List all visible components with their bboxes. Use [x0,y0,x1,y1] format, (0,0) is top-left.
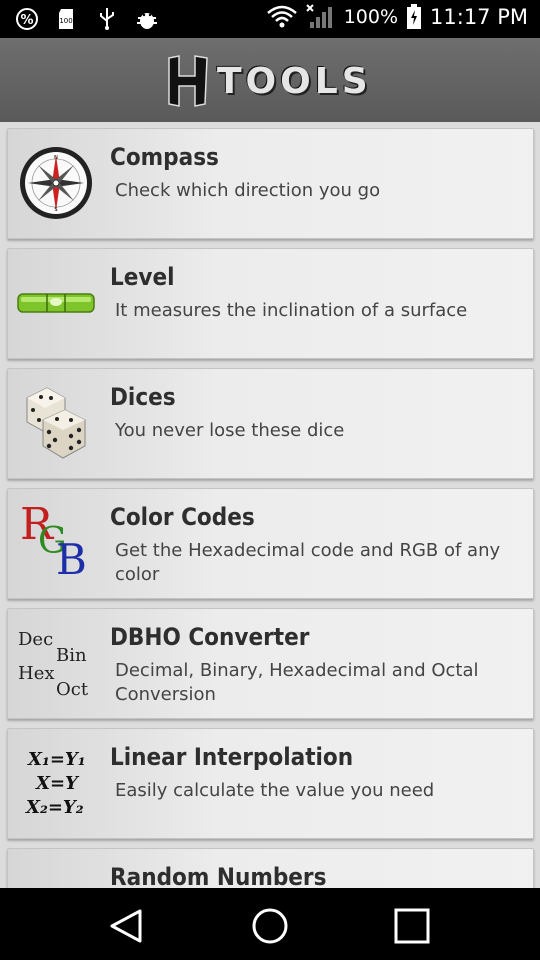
item-description: Easily calculate the value you need [115,780,435,801]
dbho-icon: Dec Bin Hex Oct [16,623,96,703]
battery-percent: 100% [343,6,399,28]
svg-text:100: 100 [59,17,72,25]
item-title: Random Numbers [110,863,327,888]
status-bar: % 100 100% 11:17 PM [0,0,540,38]
home-button[interactable] [250,906,290,946]
dbho-oct: Oct [56,679,89,700]
item-title: DBHO Converter [110,623,310,651]
usb-icon [94,6,120,32]
recents-square-icon [394,908,430,944]
dbho-bin: Bin [56,645,87,666]
item-description: You never lose these dice [115,420,345,441]
dbho-dec: Dec [18,629,54,650]
compass-icon: N S [16,143,96,223]
wifi-icon [266,4,298,30]
app-bar: TOOLS [0,38,540,122]
svg-text:%: % [20,13,33,28]
item-title: Dices [110,383,176,411]
sd-card-icon: 100 [54,6,80,32]
back-button[interactable] [106,906,146,946]
item-description: Decimal, Binary, Hexadecimal and Octal C… [115,660,479,705]
interp-line-3: X₂=Y₂ [26,797,84,818]
percent-icon: % [14,6,40,32]
status-icons-right: 100% 11:17 PM [266,4,528,30]
battery-charging-icon [406,4,422,30]
app-logo: TOOLS [165,54,372,108]
status-icons-left: % 100 [14,6,160,32]
home-circle-icon [252,908,288,944]
list-item-color-codes[interactable]: R G B Color Codes Get the Hexadecimal co… [7,488,534,599]
navigation-bar [0,888,540,960]
item-description: Get the Hexadecimal code and RGB of any … [115,540,501,585]
item-title: Linear Interpolation [110,743,354,771]
dbho-hex: Hex [18,663,55,684]
app-title: TOOLS [217,60,372,102]
list-item-compass[interactable]: N S Compass Check which direction you go [7,128,534,239]
interp-line-1: X₁=Y₁ [28,749,86,770]
rgb-icon: R G B [16,499,96,584]
svg-text:S: S [54,207,57,213]
item-title: Level [110,263,175,291]
item-title: Compass [110,143,219,171]
tool-list[interactable]: N S Compass Check which direction you go… [0,122,540,888]
item-title: Color Codes [110,503,255,531]
back-triangle-icon [110,909,142,943]
rgb-icon-b: B [56,535,87,584]
signal-icon [305,4,336,30]
list-item-dices[interactable]: Dices You never lose these dice [7,368,534,479]
interpolation-icon: X₁=Y₁ X=Y X₂=Y₂ [16,743,96,823]
item-description: Check which direction you go [115,180,381,201]
list-item-level[interactable]: Level It measures the inclination of a s… [7,248,534,359]
dice-icon [16,383,96,463]
list-item-dbho-converter[interactable]: Dec Bin Hex Oct DBHO Converter Decimal, … [7,608,534,719]
svg-text:N: N [54,155,58,161]
list-item-random-numbers[interactable]: Random Numbers [7,848,534,888]
list-item-linear-interpolation[interactable]: X₁=Y₁ X=Y X₂=Y₂ Linear Interpolation Eas… [7,728,534,839]
random-icon [16,863,96,888]
item-description: It measures the inclination of a surface [115,300,468,321]
android-debug-icon [134,6,160,32]
clock: 11:17 PM [430,5,528,29]
h-logo-icon [168,55,208,107]
interp-line-2: X=Y [36,773,78,794]
recents-button[interactable] [392,906,432,946]
level-icon [16,263,96,343]
